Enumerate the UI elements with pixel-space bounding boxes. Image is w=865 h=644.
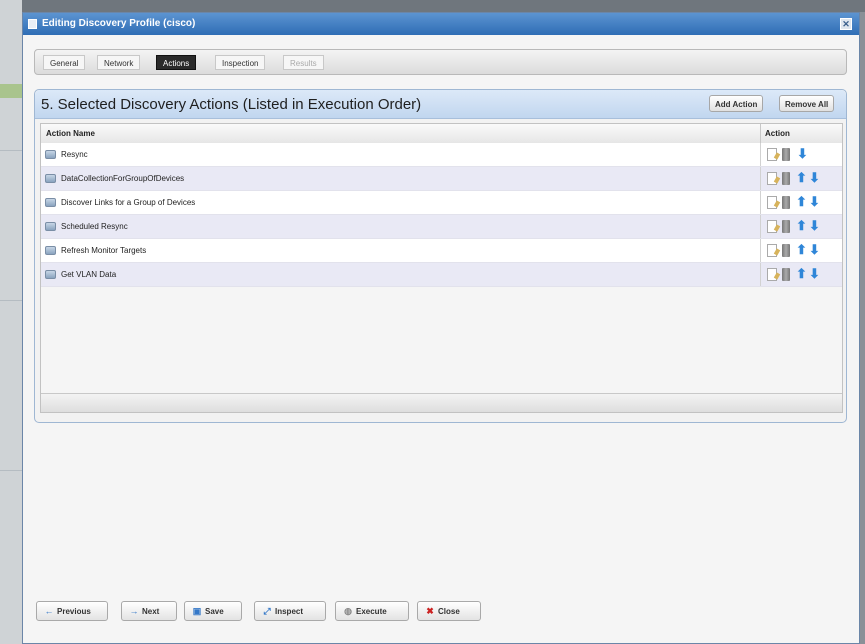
background-top-bar xyxy=(0,0,865,12)
row-action-cell: ⬆ ⬇ xyxy=(760,263,842,286)
next-button[interactable]: → Next xyxy=(121,601,177,621)
move-down-icon[interactable]: ⬇ xyxy=(809,170,820,186)
arrow-left-icon: ← xyxy=(44,606,54,616)
dialog-window-icon xyxy=(28,19,37,29)
tab-network[interactable]: Network xyxy=(97,55,141,70)
delete-icon[interactable] xyxy=(782,244,790,257)
tab-actions[interactable]: Actions xyxy=(156,55,197,70)
remove-all-button[interactable]: Remove All xyxy=(779,95,835,112)
save-icon: ▣ xyxy=(192,606,202,616)
action-name: Refresh Monitor Targets xyxy=(61,246,147,255)
tab-inspection[interactable]: Inspection xyxy=(215,55,266,70)
previous-button[interactable]: ← Previous xyxy=(36,601,108,621)
edit-icon[interactable] xyxy=(767,268,777,281)
background-divider xyxy=(0,150,22,151)
discovery-profile-dialog: Editing Discovery Profile (cisco) ✕ Gene… xyxy=(22,12,860,644)
close-icon: ✖ xyxy=(426,606,434,616)
edit-icon[interactable] xyxy=(767,148,777,161)
delete-icon[interactable] xyxy=(782,148,790,161)
close-button[interactable]: ✖ Close xyxy=(417,601,481,621)
tab-general[interactable]: General xyxy=(43,55,86,70)
table-row[interactable]: Resync ⬇ xyxy=(41,143,842,167)
move-down-icon[interactable]: ⬇ xyxy=(809,266,820,282)
arrow-right-icon: → xyxy=(129,606,139,616)
row-action-cell: ⬆ ⬇ xyxy=(760,191,842,214)
edit-icon[interactable] xyxy=(767,172,777,185)
delete-icon[interactable] xyxy=(782,220,790,233)
table-row[interactable]: DataCollectionForGroupOfDevices ⬆ ⬇ xyxy=(41,167,842,191)
delete-icon[interactable] xyxy=(782,172,790,185)
edit-icon[interactable] xyxy=(767,220,777,233)
move-down-icon[interactable]: ⬇ xyxy=(809,218,820,234)
row-action-cell: ⬆ ⬇ xyxy=(760,167,842,190)
action-name: Scheduled Resync xyxy=(61,222,128,231)
row-action-cell: ⬆ ⬇ xyxy=(760,215,842,238)
column-header-action-name[interactable]: Action Name xyxy=(46,129,95,138)
dialog-titlebar[interactable]: Editing Discovery Profile (cisco) ✕ xyxy=(23,13,859,35)
close-icon[interactable]: ✕ xyxy=(840,18,852,30)
panel-header: 5. Selected Discovery Actions (Listed in… xyxy=(35,90,846,119)
add-action-button[interactable]: Add Action xyxy=(709,95,764,112)
dialog-footer-buttons: ← Previous → Next ▣ Save ⤢ Inspect ◍ Execute … xyxy=(36,601,836,621)
table-row[interactable]: Get VLAN Data ⬆ ⬇ xyxy=(41,263,842,287)
table-row[interactable]: Discover Links for a Group of Devices ⬆ … xyxy=(41,191,842,215)
action-name: Get VLAN Data xyxy=(61,270,117,279)
move-up-icon[interactable]: ⬆ xyxy=(796,194,807,210)
table-row[interactable]: Scheduled Resync ⬆ ⬇ xyxy=(41,215,842,239)
row-action-cell: ⬇ xyxy=(760,143,842,166)
panel-title: 5. Selected Discovery Actions (Listed in… xyxy=(41,96,422,113)
move-down-icon[interactable]: ⬇ xyxy=(809,242,820,258)
row-action-cell: ⬆ ⬇ xyxy=(760,239,842,262)
action-item-icon xyxy=(45,174,56,183)
grid-footer xyxy=(41,393,842,412)
action-item-icon xyxy=(45,270,56,279)
table-row[interactable]: Refresh Monitor Targets ⬆ ⬇ xyxy=(41,239,842,263)
background-divider xyxy=(0,470,22,471)
inspect-button[interactable]: ⤢ Inspect xyxy=(254,601,326,621)
delete-icon[interactable] xyxy=(782,196,790,209)
edit-icon[interactable] xyxy=(767,196,777,209)
action-name: DataCollectionForGroupOfDevices xyxy=(61,174,185,183)
action-name: Resync xyxy=(61,150,88,159)
tab-results: Results xyxy=(283,55,324,70)
selected-actions-panel: 5. Selected Discovery Actions (Listed in… xyxy=(34,89,847,423)
edit-icon[interactable] xyxy=(767,244,777,257)
actions-grid: Action Name Action Resync ⬇ DataCollecti… xyxy=(40,123,843,413)
move-up-icon[interactable]: ⬆ xyxy=(796,266,807,282)
background-highlight xyxy=(0,84,22,98)
inspect-icon: ⤢ xyxy=(263,606,271,616)
move-up-icon[interactable]: ⬆ xyxy=(796,170,807,186)
action-item-icon xyxy=(45,222,56,231)
move-up-icon[interactable]: ⬆ xyxy=(796,218,807,234)
action-item-icon xyxy=(45,246,56,255)
column-header-action[interactable]: Action xyxy=(760,124,842,143)
execute-icon: ◍ xyxy=(344,606,352,616)
action-name: Discover Links for a Group of Devices xyxy=(61,198,196,207)
move-up-icon[interactable]: ⬆ xyxy=(796,242,807,258)
action-item-icon xyxy=(45,198,56,207)
move-down-icon[interactable]: ⬇ xyxy=(809,194,820,210)
action-item-icon xyxy=(45,150,56,159)
dialog-title: Editing Discovery Profile (cisco) xyxy=(42,18,196,29)
move-down-icon[interactable]: ⬇ xyxy=(797,146,808,162)
delete-icon[interactable] xyxy=(782,268,790,281)
background-divider xyxy=(0,300,22,301)
grid-header: Action Name Action xyxy=(41,124,842,144)
tab-bar: General Network Actions Inspection Resul… xyxy=(34,49,847,75)
save-button[interactable]: ▣ Save xyxy=(184,601,242,621)
execute-button[interactable]: ◍ Execute xyxy=(335,601,409,621)
